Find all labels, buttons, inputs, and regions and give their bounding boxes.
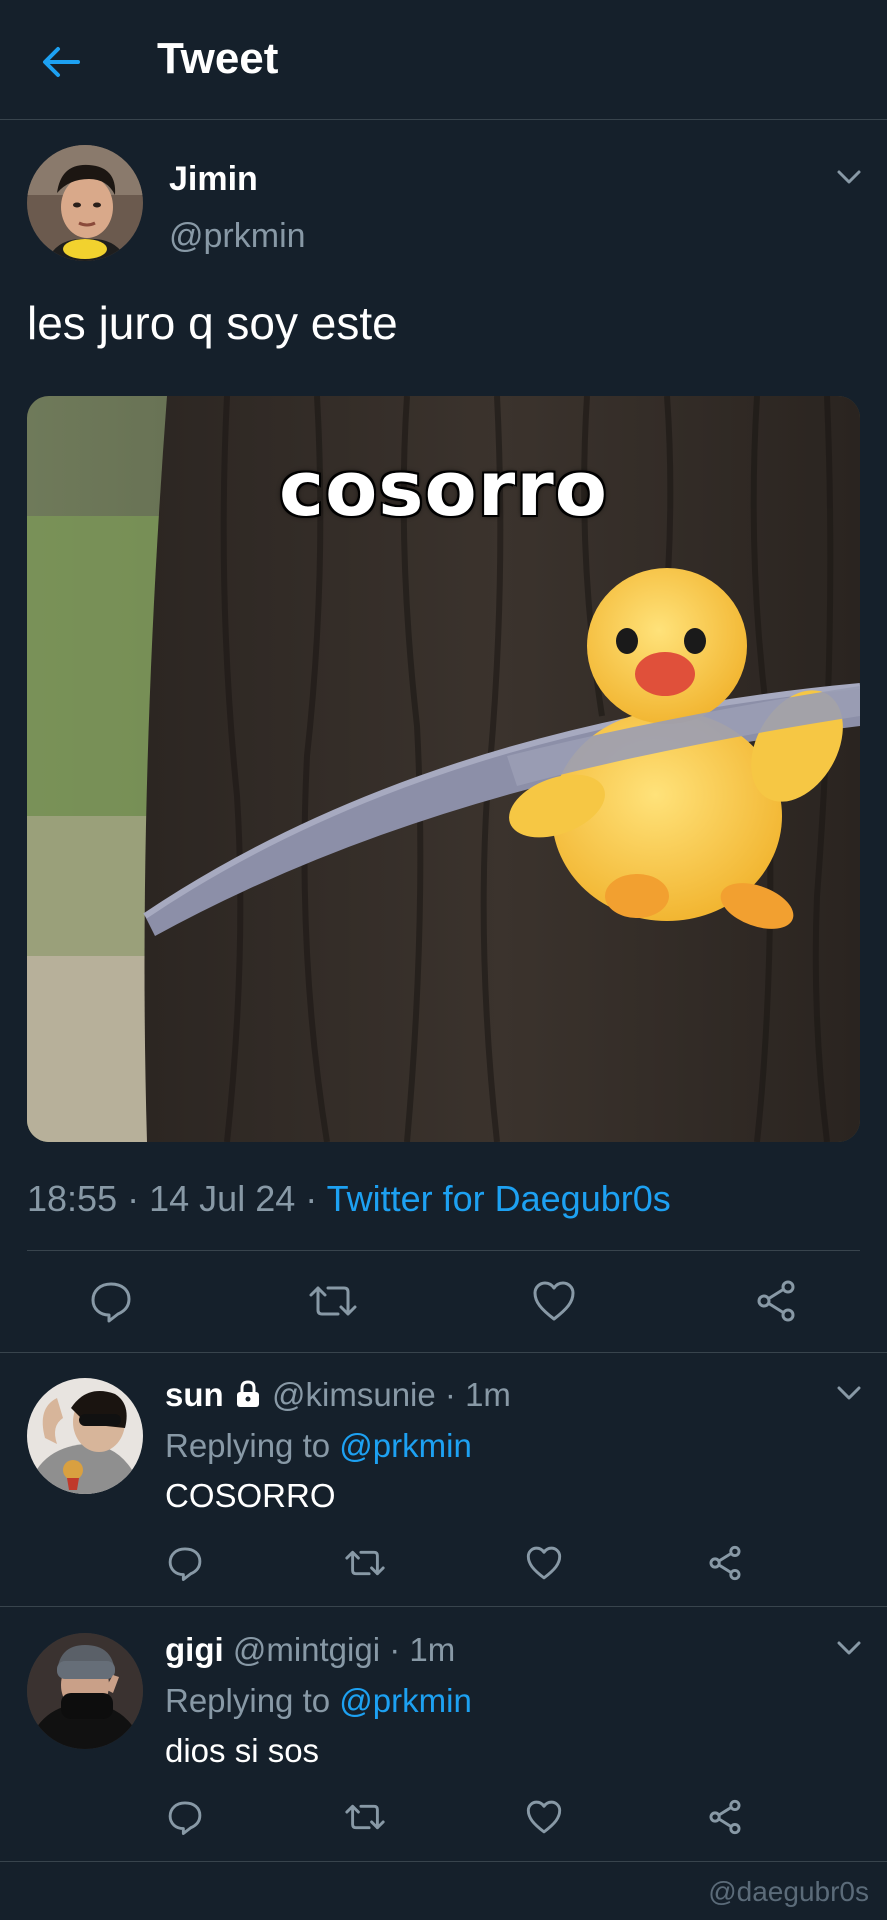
reply-text: dios si sos — [165, 1732, 320, 1769]
reply-icon[interactable] — [166, 1544, 204, 1582]
reply-author-name[interactable]: sun — [165, 1376, 224, 1413]
reply-time: 1m — [409, 1631, 456, 1668]
watermark: @daegubr0s — [708, 1876, 869, 1907]
replying-label: Replying to — [165, 1427, 331, 1464]
retweet-icon[interactable] — [308, 1278, 358, 1324]
tweet-time: 18:55 — [27, 1178, 118, 1219]
replying-mention[interactable]: @prkmin — [339, 1427, 472, 1464]
reply-header: sun @kimsunie · 1m — [165, 1376, 511, 1414]
divider — [0, 1861, 887, 1862]
meta-separator: · — [127, 1178, 140, 1219]
reply-avatar[interactable] — [27, 1633, 143, 1749]
replying-label: Replying to — [165, 1682, 331, 1719]
meme-caption: cosorro — [279, 444, 608, 533]
reply-icon[interactable] — [88, 1278, 134, 1324]
author-handle[interactable]: @prkmin — [169, 217, 306, 256]
divider — [0, 1352, 887, 1353]
share-icon[interactable] — [753, 1278, 799, 1324]
reply-header: gigi @mintgigi · 1m — [165, 1631, 455, 1669]
chevron-down-icon[interactable] — [832, 1631, 866, 1665]
lock-icon — [233, 1376, 263, 1413]
reply-avatar[interactable] — [27, 1378, 143, 1494]
page-title: Tweet — [157, 34, 279, 83]
retweet-icon[interactable] — [344, 1798, 386, 1836]
back-arrow-icon[interactable] — [38, 40, 82, 84]
reply-author-name[interactable]: gigi — [165, 1631, 224, 1668]
like-icon[interactable] — [531, 1278, 577, 1324]
meta-separator: · — [444, 1376, 456, 1413]
share-icon[interactable] — [706, 1798, 744, 1836]
retweet-icon[interactable] — [344, 1544, 386, 1582]
chevron-down-icon[interactable] — [832, 160, 866, 194]
chevron-down-icon[interactable] — [832, 1376, 866, 1410]
tweet-source[interactable]: Twitter for Daegubr0s — [327, 1178, 671, 1219]
replying-to: Replying to @prkmin — [165, 1682, 472, 1720]
like-icon[interactable] — [525, 1544, 563, 1582]
reply-icon[interactable] — [166, 1798, 204, 1836]
replying-to: Replying to @prkmin — [165, 1427, 472, 1465]
tweet-date: 14 Jul 24 — [149, 1178, 296, 1219]
top-bar: Tweet — [0, 0, 887, 120]
reply-author-handle[interactable]: @kimsunie — [272, 1376, 436, 1413]
meta-separator: · — [389, 1631, 401, 1668]
meta-separator: · — [305, 1178, 318, 1219]
divider — [27, 1250, 860, 1251]
tweet-media[interactable]: cosorro — [27, 396, 860, 1142]
like-icon[interactable] — [525, 1798, 563, 1836]
author-avatar[interactable] — [27, 145, 143, 261]
author-name[interactable]: Jimin — [169, 160, 258, 199]
reply-author-handle[interactable]: @mintgigi — [233, 1631, 380, 1668]
replying-mention[interactable]: @prkmin — [339, 1682, 472, 1719]
reply-text: COSORRO — [165, 1477, 336, 1514]
reply-time: 1m — [465, 1376, 511, 1413]
share-icon[interactable] — [706, 1544, 744, 1582]
divider — [0, 1606, 887, 1607]
tweet-text: les juro q soy este — [27, 297, 398, 349]
tweet-meta: 18:55 · 14 Jul 24 · Twitter for Daegubr0… — [27, 1178, 671, 1220]
